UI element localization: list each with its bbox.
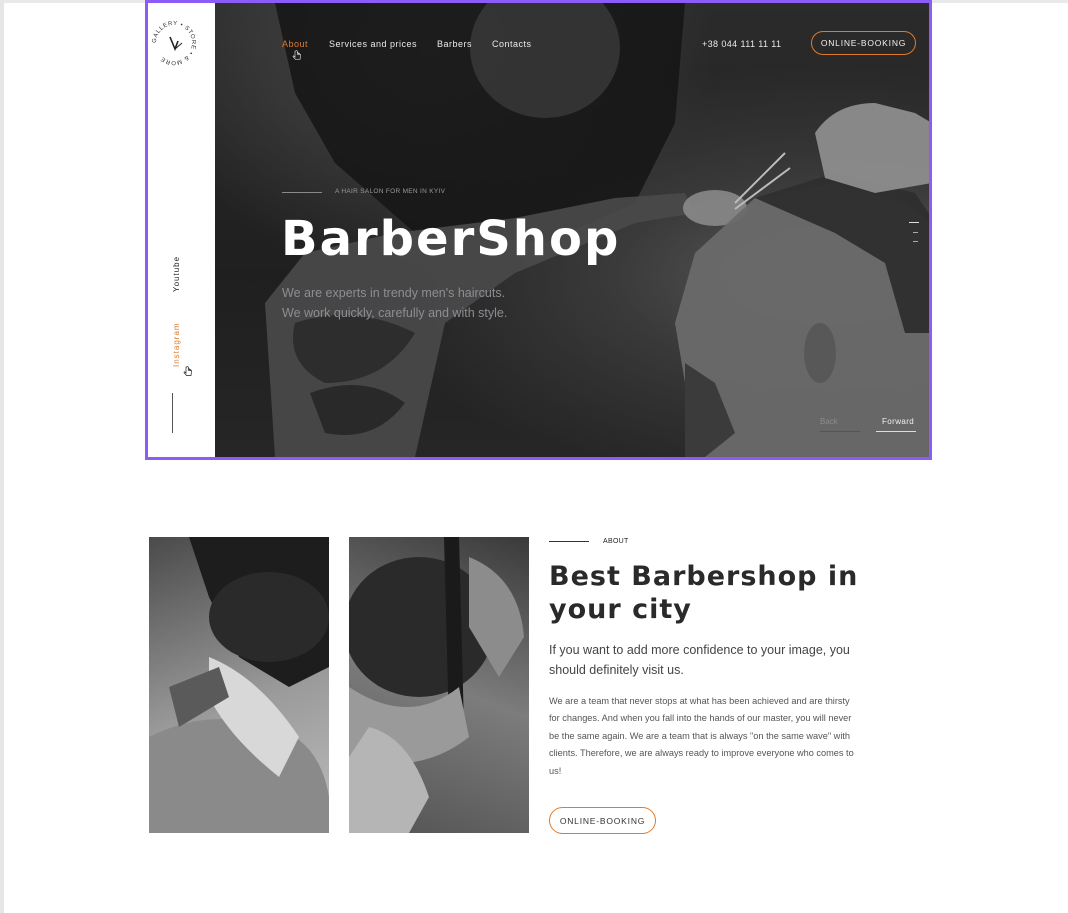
social-youtube-link[interactable]: Youtube bbox=[172, 256, 181, 292]
back-underline bbox=[820, 431, 860, 432]
nav-barbers[interactable]: Barbers bbox=[437, 39, 472, 49]
hero-tagline: A HAIR SALON FOR MEN IN KYIV bbox=[335, 188, 446, 195]
nav-about[interactable]: About bbox=[282, 39, 308, 49]
about-eyebrow-line bbox=[549, 541, 589, 542]
online-booking-button-header[interactable]: ONLINE-BOOKING bbox=[811, 31, 916, 55]
about-heading: Best Barbershop in your city bbox=[549, 561, 859, 625]
slide-indicator-active[interactable] bbox=[909, 222, 919, 223]
about-photo-beard-trim bbox=[149, 537, 329, 833]
hero-background-image: About Services and prices Barbers Contac… bbox=[215, 3, 929, 457]
side-rail: GALLERY • STORE • & MORE Youtube Instagr… bbox=[148, 3, 215, 457]
online-booking-button-about[interactable]: ONLINE-BOOKING bbox=[549, 807, 656, 834]
nav-services-and-prices[interactable]: Services and prices bbox=[329, 39, 417, 49]
rail-divider bbox=[172, 393, 173, 433]
haircut-photo bbox=[349, 537, 524, 833]
svg-text:GALLERY • STORE • & MORE: GALLERY • STORE • & MORE bbox=[152, 21, 196, 65]
tagline-line bbox=[282, 192, 322, 193]
page-left-edge bbox=[0, 0, 4, 913]
hero-title: BarberShop bbox=[281, 211, 621, 267]
hero-subtitle-line-2: We work quickly, carefully and with styl… bbox=[282, 306, 508, 320]
hero-subtitle: We are experts in trendy men's haircuts.… bbox=[282, 283, 582, 323]
logo-seal-icon[interactable]: GALLERY • STORE • & MORE bbox=[148, 17, 200, 69]
pointer-hand-icon bbox=[183, 366, 192, 376]
slide-indicator[interactable] bbox=[913, 241, 918, 242]
social-instagram-link[interactable]: Instagram bbox=[172, 322, 181, 367]
cursor-hand-icon bbox=[292, 50, 301, 60]
about-body-text: We are a team that never stops at what h… bbox=[549, 696, 854, 776]
beard-trim-photo bbox=[149, 537, 329, 833]
nav-contacts[interactable]: Contacts bbox=[492, 39, 532, 49]
slider-pagination[interactable] bbox=[905, 222, 919, 244]
phone-number[interactable]: +38 044 111 11 11 bbox=[702, 39, 781, 49]
slide-indicator[interactable] bbox=[913, 232, 918, 233]
slider-forward-button[interactable]: Forward bbox=[882, 417, 914, 426]
logo-text: GALLERY • STORE • & MORE bbox=[152, 21, 196, 65]
about-photo-haircut bbox=[349, 537, 529, 833]
forward-underline bbox=[876, 431, 916, 432]
hero-subtitle-line-1: We are experts in trendy men's haircuts. bbox=[282, 286, 506, 300]
hero-section: GALLERY • STORE • & MORE Youtube Instagr… bbox=[145, 0, 932, 460]
about-eyebrow: ABOUT bbox=[603, 538, 629, 545]
about-lead-text: If you want to add more confidence to yo… bbox=[549, 643, 850, 677]
slider-back-button[interactable]: Back bbox=[820, 417, 838, 426]
